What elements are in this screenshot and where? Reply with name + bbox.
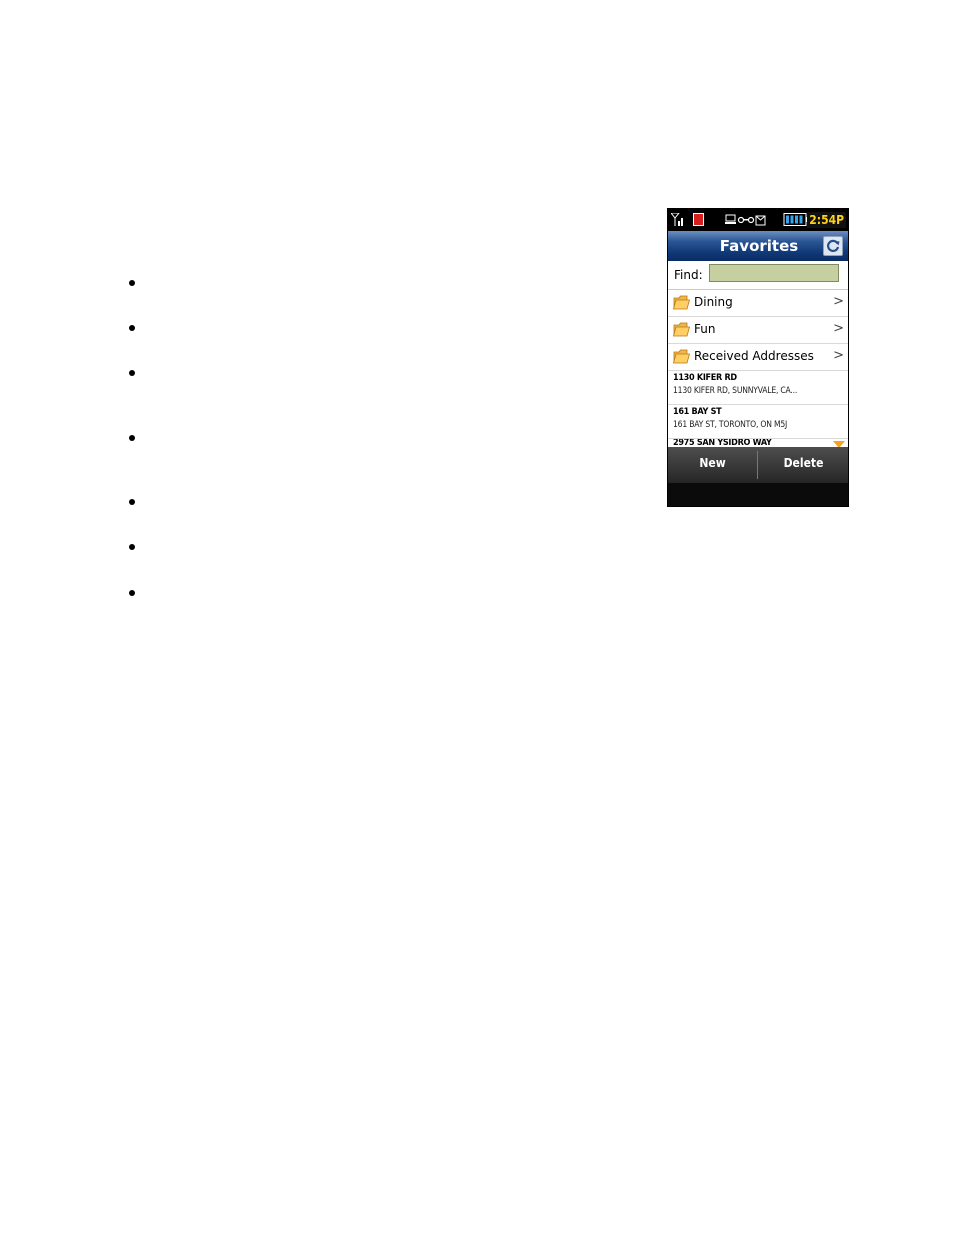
status-bar: 2:54P bbox=[668, 209, 848, 231]
signal-icon bbox=[671, 213, 683, 226]
address-title: 1130 KIFER RD bbox=[673, 373, 737, 383]
bullet-point bbox=[129, 435, 135, 441]
alert-icon bbox=[693, 213, 704, 226]
address-item[interactable]: 1130 KIFER RD 1130 KIFER RD, SUNNYVALE, … bbox=[668, 371, 848, 405]
folder-icon bbox=[673, 295, 690, 310]
bottom-bar bbox=[668, 483, 848, 506]
bullet-point bbox=[129, 370, 135, 376]
delete-button[interactable]: Delete bbox=[759, 447, 848, 483]
new-button[interactable]: New bbox=[668, 447, 757, 483]
chevron-right-icon: > bbox=[833, 348, 844, 363]
favorites-list: Find: Dining > Fun > Received Addresses … bbox=[668, 261, 848, 448]
chevron-right-icon: > bbox=[833, 321, 844, 336]
folder-item-received-addresses[interactable]: Received Addresses > bbox=[668, 344, 848, 371]
find-input[interactable] bbox=[709, 264, 839, 282]
bullet-point bbox=[129, 280, 135, 286]
bullet-point bbox=[129, 325, 135, 331]
refresh-button[interactable] bbox=[823, 236, 843, 256]
softkey-divider bbox=[757, 451, 758, 479]
page-title: Favorites bbox=[719, 237, 799, 255]
folder-label: Fun bbox=[694, 322, 716, 336]
folder-item-dining[interactable]: Dining > bbox=[668, 290, 848, 317]
address-detail: 161 BAY ST, TORONTO, ON M5J bbox=[673, 420, 788, 430]
address-detail: 1130 KIFER RD, SUNNYVALE, CA... bbox=[673, 386, 798, 396]
bullet-list bbox=[0, 0, 600, 700]
chevron-right-icon: > bbox=[833, 294, 844, 309]
phone-screen: 2:54P Favorites Find: Dining > Fun > Rec… bbox=[667, 208, 849, 507]
battery-icon bbox=[783, 213, 809, 226]
softkey-bar: New Delete bbox=[668, 447, 848, 483]
status-time: 2:54P bbox=[807, 212, 846, 228]
folder-icon bbox=[673, 322, 690, 337]
bullet-point bbox=[129, 590, 135, 596]
folder-label: Received Addresses bbox=[694, 349, 814, 363]
find-label: Find: bbox=[674, 268, 703, 282]
folder-item-fun[interactable]: Fun > bbox=[668, 317, 848, 344]
bullet-point bbox=[129, 544, 135, 550]
folder-label: Dining bbox=[694, 295, 733, 309]
find-row: Find: bbox=[668, 261, 848, 290]
refresh-icon bbox=[827, 239, 840, 252]
folder-icon bbox=[673, 349, 690, 364]
bullet-point bbox=[129, 499, 135, 505]
address-title: 161 BAY ST bbox=[673, 407, 722, 417]
connection-icon bbox=[725, 213, 767, 226]
address-item[interactable]: 161 BAY ST 161 BAY ST, TORONTO, ON M5J bbox=[668, 405, 848, 439]
title-bar: Favorites bbox=[668, 231, 848, 261]
